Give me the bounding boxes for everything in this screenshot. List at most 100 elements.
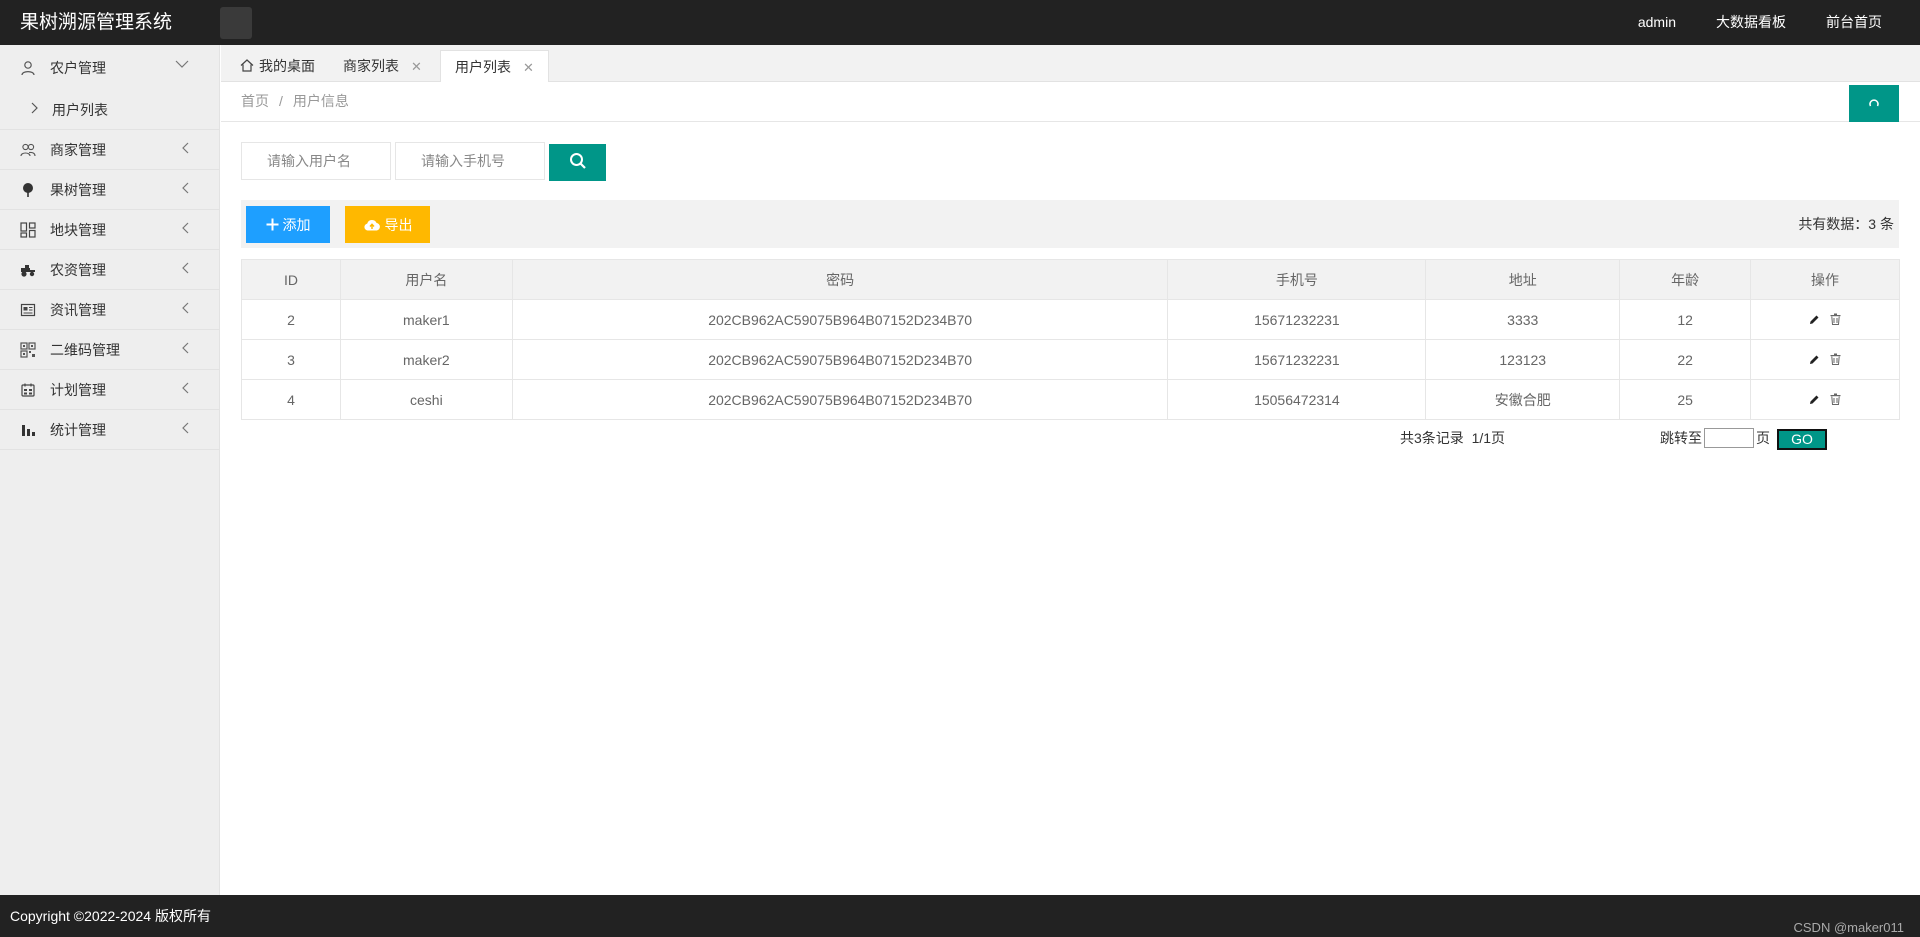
pagination-info: 共3条记录 1/1页	[1400, 430, 1506, 446]
column-header-id: ID	[241, 259, 341, 300]
chevron-right-icon	[30, 102, 38, 117]
cell-id: 4	[241, 379, 341, 420]
cell-username: maker1	[339, 299, 513, 340]
tractor-icon	[20, 262, 36, 278]
breadcrumb: 首页 / 用户信息	[241, 93, 349, 109]
sidebar-item-farm-supplies[interactable]: 农资管理	[0, 250, 219, 290]
tab-user-list[interactable]: 用户列表 ✕	[440, 50, 549, 83]
sidebar-item-news[interactable]: 资讯管理	[0, 290, 219, 330]
plus-icon	[266, 218, 279, 231]
cell-username: ceshi	[339, 379, 513, 420]
sidebar-item-statistics[interactable]: 统计管理	[0, 410, 219, 450]
chevron-left-icon	[181, 330, 189, 370]
column-header-actions: 操作	[1750, 259, 1900, 300]
nav-frontpage[interactable]: 前台首页	[1806, 0, 1920, 45]
refresh-icon	[1868, 96, 1880, 112]
cell-phone: 15671232231	[1167, 339, 1427, 380]
refresh-button[interactable]	[1849, 85, 1899, 122]
grid-icon	[20, 221, 36, 238]
sidebar-item-plot[interactable]: 地块管理	[0, 210, 219, 250]
cell-id: 3	[241, 339, 341, 380]
cell-phone: 15056472314	[1167, 379, 1427, 420]
watermark-text: CSDN @maker011	[1793, 920, 1905, 935]
edit-icon[interactable]	[1809, 394, 1820, 405]
edit-icon[interactable]	[1809, 314, 1820, 325]
cell-actions	[1750, 379, 1900, 420]
table-row: 3 maker2 202CB962AC59075B964B07152D234B7…	[241, 339, 1900, 380]
home-icon	[240, 51, 254, 83]
sidebar-item-plan[interactable]: 计划管理	[0, 370, 219, 410]
add-button[interactable]: 添加	[246, 206, 330, 243]
table-toolbar: 添加 导出 共有数据：3 条	[241, 200, 1899, 248]
cell-age: 25	[1619, 379, 1752, 420]
phone-search-input[interactable]	[395, 142, 545, 180]
breadcrumb-current: 用户信息	[292, 93, 349, 109]
chevron-left-icon	[181, 250, 189, 290]
user-icon	[20, 60, 36, 76]
cell-address: 安徽合肥	[1425, 379, 1621, 420]
column-header-age: 年龄	[1619, 259, 1752, 300]
sidebar-item-merchant[interactable]: 商家管理	[0, 130, 219, 170]
tree-icon	[20, 182, 36, 198]
sidebar-item-fruit-tree[interactable]: 果树管理	[0, 170, 219, 210]
username-search-input[interactable]	[241, 142, 391, 180]
close-icon[interactable]: ✕	[411, 59, 422, 74]
users-icon	[20, 142, 36, 158]
cell-username: maker2	[339, 339, 513, 380]
chevron-left-icon	[181, 170, 189, 210]
column-header-phone: 手机号	[1167, 259, 1427, 300]
copyright-text: Copyright ©2022-2024 版权所有	[10, 908, 211, 924]
trash-icon[interactable]	[1830, 353, 1841, 365]
edit-icon[interactable]	[1809, 354, 1820, 365]
trash-icon[interactable]	[1830, 313, 1841, 325]
trash-icon[interactable]	[1830, 393, 1841, 405]
tab-bar: 我的桌面 商家列表 ✕ 用户列表 ✕	[221, 45, 1920, 83]
plan-icon	[20, 382, 36, 398]
top-header: 果树溯源管理系统 admin 大数据看板 前台首页	[0, 0, 1920, 45]
cell-actions	[1750, 299, 1900, 340]
export-button[interactable]: 导出	[345, 206, 430, 243]
tab-merchant-list[interactable]: 商家列表 ✕	[329, 50, 436, 82]
close-icon[interactable]: ✕	[523, 60, 534, 75]
cloud-upload-icon	[363, 218, 381, 232]
sidebar-item-farmer[interactable]: 农户管理	[0, 45, 219, 90]
page-jump: 跳转至 页	[1660, 428, 1770, 448]
page-number-input[interactable]	[1704, 428, 1754, 448]
column-header-password: 密码	[511, 259, 1169, 300]
cell-password: 202CB962AC59075B964B07152D234B70	[511, 339, 1169, 380]
breadcrumb-bar: 首页 / 用户信息	[221, 82, 1920, 122]
go-button[interactable]: GO	[1777, 429, 1827, 450]
cell-address: 3333	[1425, 299, 1621, 340]
footer: Copyright ©2022-2024 版权所有 CSDN @maker011	[0, 895, 1920, 937]
column-header-address: 地址	[1425, 259, 1621, 300]
cell-id: 2	[241, 299, 341, 340]
app-title: 果树溯源管理系统	[20, 12, 173, 33]
cell-password: 202CB962AC59075B964B07152D234B70	[511, 299, 1169, 340]
cell-address: 123123	[1425, 339, 1621, 380]
search-icon	[569, 152, 587, 173]
news-icon	[20, 302, 36, 318]
jump-label: 跳转至	[1660, 430, 1702, 446]
cell-password: 202CB962AC59075B964B07152D234B70	[511, 379, 1169, 420]
sidebar-item-qrcode[interactable]: 二维码管理	[0, 330, 219, 370]
chevron-left-icon	[181, 210, 189, 250]
menu-toggle-button[interactable]	[220, 7, 252, 39]
search-button[interactable]	[549, 144, 606, 181]
table-row: 4 ceshi 202CB962AC59075B964B07152D234B70…	[241, 379, 1900, 420]
total-count: 共有数据：3 条	[1798, 216, 1894, 232]
tab-my-desktop[interactable]: 我的桌面	[226, 50, 329, 82]
cell-age: 12	[1619, 299, 1752, 340]
sidebar: 农户管理 用户列表 商家管理 果树管理 地块管理 农资管理 资讯管理 二维码管理…	[0, 45, 220, 895]
chevron-left-icon	[181, 130, 189, 170]
bar-chart-icon	[20, 422, 36, 438]
chevron-left-icon	[181, 370, 189, 410]
nav-dashboard[interactable]: 大数据看板	[1696, 0, 1806, 45]
cell-actions	[1750, 339, 1900, 380]
cell-phone: 15671232231	[1167, 299, 1427, 340]
breadcrumb-home[interactable]: 首页	[241, 93, 269, 109]
table-header-row: ID 用户名 密码 手机号 地址 年龄 操作	[241, 259, 1900, 300]
nav-admin[interactable]: admin	[1618, 0, 1696, 45]
sidebar-subitem-user-list[interactable]: 用户列表	[0, 90, 219, 130]
page-unit: 页	[1756, 430, 1770, 446]
cell-age: 22	[1619, 339, 1752, 380]
